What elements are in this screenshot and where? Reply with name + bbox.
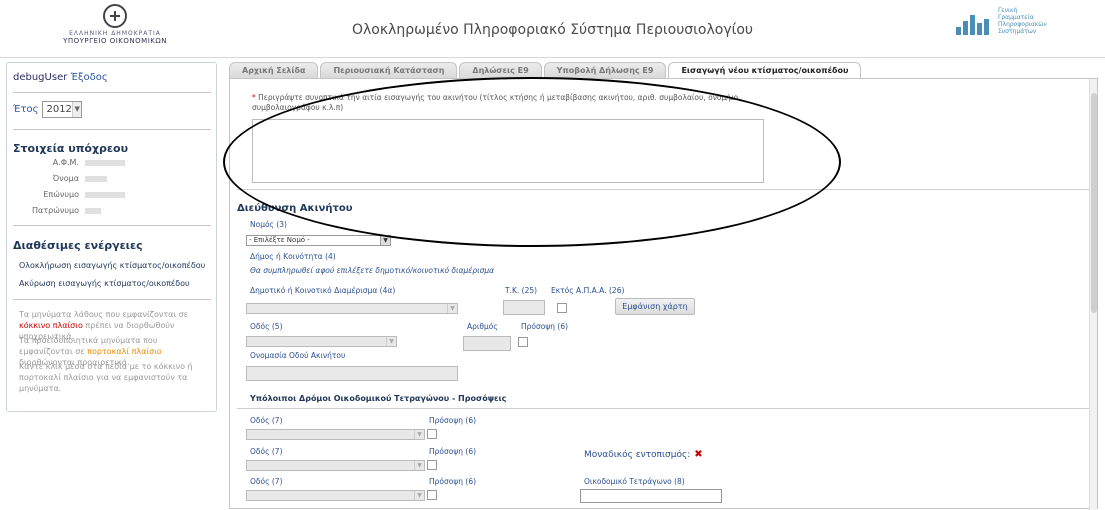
chevron-down-icon[interactable]: ▼ [447,304,457,313]
block-label: Οικοδομικό Τετράγωνο (8) [584,477,685,486]
gsis-line-2: Γραμματεία [998,14,1034,21]
arithmos-label: Αριθμός [467,322,498,331]
scrollbar-thumb[interactable] [1091,93,1097,313]
divider [13,299,211,300]
year-row: Έτος 2012 ▼ [13,101,83,118]
father-value-redacted [85,208,101,214]
odos-select[interactable]: ▼ [246,336,397,347]
chevron-down-icon[interactable]: ▼ [414,491,424,500]
chevron-down-icon[interactable]: ▼ [414,461,424,470]
vertical-scrollbar[interactable] [1089,79,1097,510]
afm-label: Α.Φ.Μ. [52,158,79,167]
username: debugUser [13,72,68,83]
nomos-select[interactable]: - Επιλέξτε Νομό - ▼ [246,235,391,246]
diamerisma-label: Δημοτικό ή Κοινοτικό Διαμέρισμα (4α) [250,286,396,295]
apaa-checkbox[interactable] [557,303,567,313]
app-title: Ολοκληρωμένο Πληροφοριακό Σύστημα Περιου… [351,22,754,38]
surname-label: Επώνυμο [43,190,79,199]
apaa-label: Εκτός Α.Π.Α.Α. (26) [551,286,625,295]
divider [237,408,1091,409]
name-value-redacted [85,176,107,182]
complete-entry-link[interactable]: Ολοκλήρωση εισαγωγής κτίσματος/οικοπέδου [19,261,205,270]
surname-value-redacted [85,192,125,198]
prosopsi-label: Πρόσοψη (6) [521,322,569,331]
afm-value-redacted [85,160,125,166]
tab-e9-declarations[interactable]: Δηλώσεις Ε9 [459,62,542,78]
divider [13,92,211,93]
nomos-label: Νομός (3) [250,220,287,229]
block-input[interactable] [580,489,722,503]
chevron-down-icon[interactable]: ▼ [386,337,396,346]
highlight-oval [223,77,841,247]
odos7-select-1[interactable]: ▼ [246,429,425,440]
show-map-button[interactable]: Εμφάνιση χάρτη [615,298,695,315]
divider [13,129,211,130]
year-label: Έτος [13,104,39,115]
other-roads-title: Υπόλοιποι Δρόμοι Οικοδομικού Τετραγώνου … [250,394,507,403]
prosopsi-label-3: Πρόσοψη (6) [429,477,477,486]
gsis-logo: Γενική Γραμματεία Πληροφοριακών Συστημάτ… [956,5,1066,37]
main-panel: * Περιγράψτε συνοπτικά την αιτία εισαγωγ… [223,77,1098,510]
year-select[interactable]: 2012 ▼ [42,101,83,118]
year-value: 2012 [46,104,72,115]
prosopsi-label-2: Πρόσοψη (6) [429,447,477,456]
name-label: Όνομα [52,174,79,183]
tab-home[interactable]: Αρχική Σελίδα [229,62,319,78]
tab-new-property[interactable]: Εισαγωγή νέου κτίσματος/οικοπέδου [668,62,862,78]
gsis-line-1: Γενική [998,7,1018,14]
unique-location-label: Μοναδικός εντοπισμός: [584,450,691,460]
app-header: ΕΛΛΗΝΙΚΗ ΔΗΜΟΚΡΑΤΙΑ ΥΠΟΥΡΓΕΙΟ ΟΙΚΟΝΟΜΙΚΩ… [0,0,1105,58]
close-icon: ✖ [694,449,703,460]
diamerisma-select[interactable]: ▼ [246,303,458,314]
tab-bar: Αρχική Σελίδα Περιουσιακή Κατάσταση Δηλώ… [229,62,863,78]
divider [13,225,211,226]
odos7-label-2: Οδός (7) [250,447,283,456]
sidebar: debugUser Έξοδος Έτος 2012 ▼ Στοιχεία υπ… [6,62,217,412]
dimos-label: Δήμος ή Κοινότητα (4) [250,252,336,261]
chevron-down-icon[interactable]: ▼ [414,430,424,439]
onomasia-label: Ονομασία Οδού Ακινήτου [250,351,346,360]
odos7-select-3[interactable]: ▼ [246,490,425,501]
user-row: debugUser Έξοδος [13,72,108,83]
actions-title: Διαθέσιμες ενέργειες [13,239,143,252]
onomasia-input[interactable] [246,366,458,381]
prosopsi-label-1: Πρόσοψη (6) [429,416,477,425]
cancel-entry-link[interactable]: Ακύρωση εισαγωγής κτίσματος/οικοπέδου [19,279,190,288]
prosopsi-checkbox[interactable] [518,337,528,347]
odos7-label-3: Οδός (7) [250,477,283,486]
logo-line-2: ΥΠΟΥΡΓΕΙΟ ΟΙΚΟΝΟΜΙΚΩΝ [63,37,167,45]
help-click-text: Κάντε κλικ μέσα στα πεδία με το κόκκινο … [19,362,193,393]
tk-input[interactable] [503,300,545,315]
chevron-down-icon[interactable]: ▼ [71,102,82,117]
unique-location: Μοναδικός εντοπισμός: ✖ [584,449,703,460]
tk-label: Τ.Κ. (25) [505,286,538,295]
gsis-line-3: Πληροφοριακών [998,21,1047,28]
prosopsi-checkbox-3[interactable] [427,490,437,500]
taxpayer-title: Στοιχεία υπόχρεου [13,142,129,155]
dimos-note: Θα συμπληρωθεί αφού επιλέξετε δημοτικό/κ… [250,266,495,275]
tab-assets[interactable]: Περιουσιακή Κατάσταση [320,62,458,78]
odos7-label-1: Οδός (7) [250,416,283,425]
logout-link[interactable]: Έξοδος [71,72,108,83]
gsis-line-4: Συστημάτων [998,28,1037,35]
father-label: Πατρώνυμο [32,206,79,215]
arithmos-input[interactable] [463,336,511,351]
prosopsi-checkbox-1[interactable] [427,429,437,439]
odos7-select-2[interactable]: ▼ [246,460,425,471]
gsis-bars-icon [956,15,992,35]
tab-submit-e9[interactable]: Υποβολή Δήλωσης Ε9 [543,62,667,78]
odos-label: Οδός (5) [250,322,283,331]
prosopsi-checkbox-2[interactable] [427,460,437,470]
